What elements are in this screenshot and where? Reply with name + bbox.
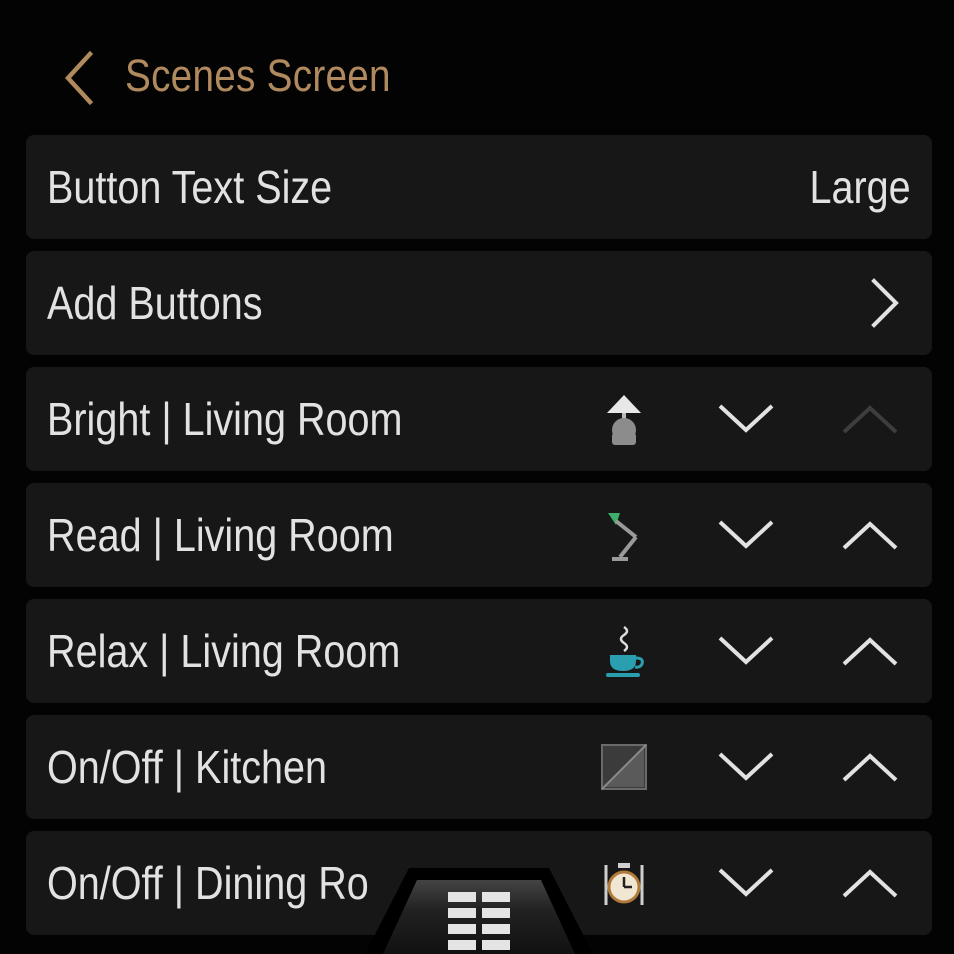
- move-up-icon[interactable]: [838, 858, 902, 908]
- move-up-icon[interactable]: [838, 742, 902, 792]
- move-down-icon[interactable]: [714, 858, 778, 908]
- image-placeholder-icon: [601, 744, 647, 790]
- dinner-clock-icon: [604, 863, 644, 905]
- text-size-row[interactable]: Button Text Size Large: [26, 135, 932, 239]
- move-up-icon[interactable]: [838, 626, 902, 676]
- scene-label: Bright | Living Room: [47, 393, 403, 445]
- bottom-menu-tab[interactable]: [365, 866, 593, 954]
- scene-row[interactable]: Bright | Living Room: [26, 367, 932, 471]
- back-button[interactable]: [52, 48, 104, 108]
- table-lamp-icon: [607, 395, 641, 445]
- add-buttons-row[interactable]: Add Buttons: [26, 251, 932, 355]
- move-up-icon[interactable]: [838, 510, 902, 560]
- scene-row[interactable]: On/Off | Kitchen: [26, 715, 932, 819]
- header: Scenes Screen: [0, 0, 954, 135]
- scene-row[interactable]: Read | Living Room: [26, 483, 932, 587]
- scene-row[interactable]: Relax | Living Room: [26, 599, 932, 703]
- grid-menu-icon: [448, 892, 510, 950]
- move-down-icon[interactable]: [714, 626, 778, 676]
- chevron-right-icon: [871, 278, 899, 328]
- add-buttons-label: Add Buttons: [47, 277, 263, 329]
- move-up-icon-disabled[interactable]: [838, 394, 902, 444]
- scenes-screen: Scenes Screen Button Text Size Large Add…: [0, 0, 954, 954]
- page-title: Scenes Screen: [125, 50, 391, 101]
- coffee-cup-icon: [606, 625, 644, 677]
- scene-label: Read | Living Room: [47, 509, 394, 561]
- text-size-value: Large: [809, 161, 911, 213]
- move-down-icon[interactable]: [714, 394, 778, 444]
- scene-label: On/Off | Kitchen: [47, 741, 328, 793]
- move-down-icon[interactable]: [714, 742, 778, 792]
- chevron-left-icon: [64, 50, 94, 106]
- scene-label: Relax | Living Room: [47, 625, 401, 677]
- text-size-label: Button Text Size: [47, 161, 333, 213]
- desk-lamp-icon: [608, 513, 638, 561]
- scene-label: On/Off | Dining Ro: [47, 857, 369, 909]
- move-down-icon[interactable]: [714, 510, 778, 560]
